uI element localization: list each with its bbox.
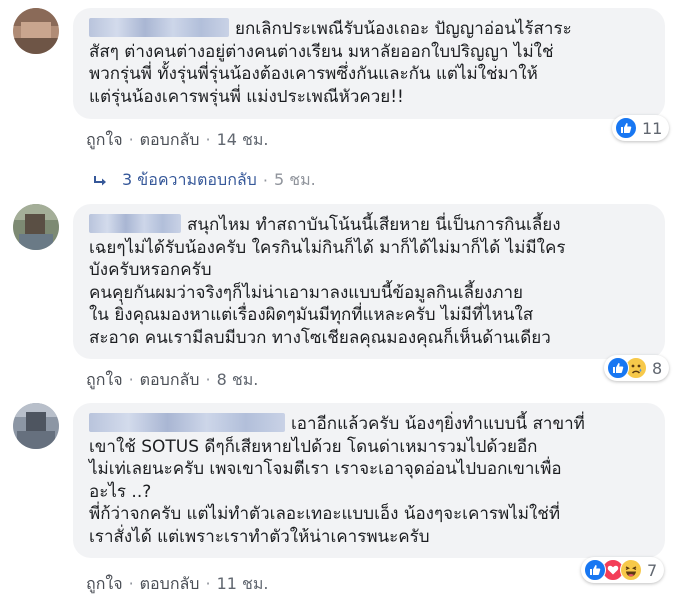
timestamp[interactable]: 11 ชม.	[217, 574, 269, 593]
comment-text-line: ไม่เท่เลยนะครับ เพจเขาโจมตีเรา เราจะเอาจ…	[89, 459, 562, 479]
comment-text-line: พวกรุ่นพี่ ทั้งรุ่นพี่รุ่นน้องต้องเคารพซ…	[89, 64, 538, 84]
like-link[interactable]: ถูกใจ	[86, 130, 123, 149]
replies-count-label: 3 ข้อความตอบกลับ	[122, 170, 257, 189]
timestamp[interactable]: 14 ชม.	[217, 130, 269, 149]
haha-icon	[620, 559, 642, 581]
separator-dot: ·	[205, 574, 211, 593]
reply-link[interactable]: ตอบกลับ	[140, 574, 200, 593]
comment-text-line: อะไร ..?	[89, 481, 152, 502]
reaction-count: 11	[642, 118, 663, 138]
comment-text-line: เฉยๆไม่ได้รับน้องครับ ใครกินไม่กินก็ได้ …	[89, 237, 566, 258]
reactions-summary[interactable]: 7	[581, 557, 665, 583]
avatar[interactable]	[13, 204, 59, 250]
comment-bubble: สนุกไหม ทำสถาบันโน้นนี้เสียหาย นี่เป็นกา…	[73, 204, 665, 359]
like-icon	[615, 117, 637, 139]
like-link[interactable]: ถูกใจ	[86, 574, 123, 593]
comment-text-line: เอาอีกแล้วครับ น้องๆยิ่งทำแบบนี้ สาขาที่	[291, 414, 585, 434]
comment-actions: ถูกใจ · ตอบกลับ · 8 ชม.	[86, 368, 258, 393]
reply-link[interactable]: ตอบกลับ	[140, 130, 200, 149]
like-icon	[584, 559, 606, 581]
reply-link[interactable]: ตอบกลับ	[140, 370, 200, 389]
replies-timestamp: 5 ชม.	[273, 170, 316, 189]
reply-arrow-icon	[94, 175, 106, 185]
comment-text-line: บังครับหรอกครับ	[89, 260, 212, 280]
author-name[interactable]	[89, 18, 229, 37]
comment-bubble: เอาอีกแล้วครับ น้องๆยิ่งทำแบบนี้ สาขาที่…	[73, 403, 665, 558]
avatar[interactable]	[13, 403, 59, 449]
author-name[interactable]	[89, 214, 181, 233]
timestamp[interactable]: 8 ชม.	[217, 370, 259, 389]
comment-text-line: สัสๆ ต่างคนต่างอยู่ต่างคนต่างเรียน มหาลั…	[89, 41, 554, 62]
avatar[interactable]	[13, 8, 59, 54]
reaction-count: 7	[647, 560, 658, 580]
comment-actions: ถูกใจ · ตอบกลับ · 14 ชม.	[86, 128, 269, 153]
comment-text-line: สนุกไหม ทำสถาบันโน้นนี้เสียหาย นี่เป็นกา…	[187, 215, 561, 235]
comment-text-line: พี่ก้ว่าจกครับ แต่ไม่ทำตัวเลอะเทอะแบบเอ็…	[89, 504, 561, 524]
reaction-count: 8	[652, 358, 663, 378]
separator-dot: ·	[205, 130, 211, 149]
author-name[interactable]	[89, 413, 285, 432]
comment-bubble: ยกเลิกประเพณีรับน้องเถอะ ปัญญาอ่อนไร้สาร…	[73, 8, 665, 119]
view-replies-link[interactable]: 3 ข้อความตอบกลับ · 5 ชม.	[93, 168, 316, 193]
comment-actions: ถูกใจ · ตอบกลับ · 11 ชม.	[86, 572, 269, 597]
comment-text-line: แต่รุ่นน้องเคารพรุ่นพี่ แม่งประเพณีหัวคว…	[89, 86, 404, 107]
like-icon	[607, 357, 629, 379]
comment-text-line: เราสั่งได้ แต่เพราะเราทำตัวให้น่าเคารพนะ…	[89, 526, 430, 547]
separator-dot: ·	[128, 574, 134, 593]
comment-text-line: ยกเลิกประเพณีรับน้องเถอะ ปัญญาอ่อนไร้สาร…	[235, 19, 572, 39]
separator-dot: ·	[262, 171, 268, 190]
separator-dot: ·	[205, 370, 211, 389]
comment-text-line: เขาใช้ SOTUS ดีๆก็เสียหายไปด้วย โดนด่าเห…	[89, 436, 538, 457]
comment-text-line: สะอาด คนเรามีลบมีบวก ทางโซเชียลคุณมองคุณ…	[89, 327, 551, 348]
reactions-summary[interactable]: 11	[612, 115, 670, 141]
separator-dot: ·	[128, 370, 134, 389]
comment-text-line: ใน ยิ่งคุณมองหาแต่เรื่องผิดๆมันมีทุกที่แ…	[89, 305, 534, 325]
comment-text-line: คนคุยกันผมว่าจริงๆก็ไม่น่าเอามาลงแบบนี้ข…	[89, 282, 524, 303]
reactions-summary[interactable]: 8	[604, 355, 670, 381]
separator-dot: ·	[128, 130, 134, 149]
like-link[interactable]: ถูกใจ	[86, 370, 123, 389]
